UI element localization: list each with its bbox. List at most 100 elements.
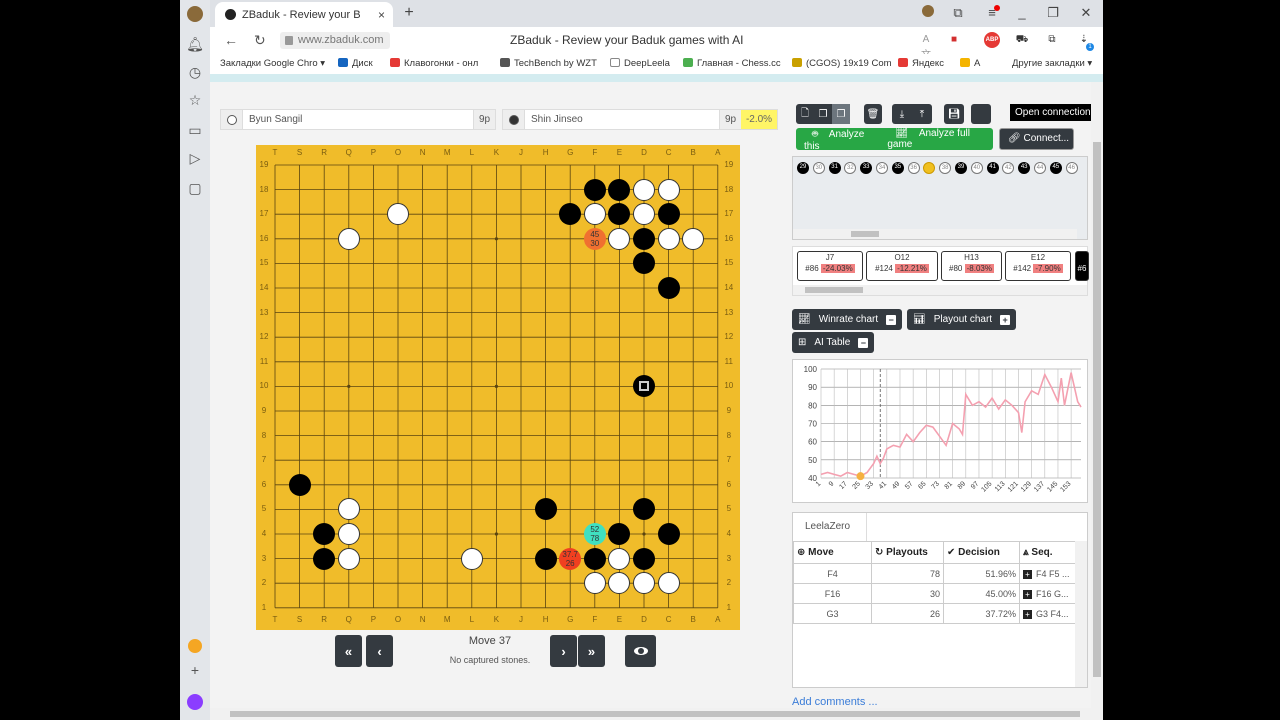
minimize-button[interactable]: _	[1012, 5, 1032, 20]
history-clock-icon[interactable]: ◷	[185, 62, 205, 82]
page-vscrollbar[interactable]	[1091, 82, 1103, 708]
alice-icon[interactable]	[185, 692, 205, 712]
table-row[interactable]: F4 78 51.96% + F4 F5 ...	[793, 563, 1076, 584]
mistakes-hscrollbar[interactable]	[793, 285, 1087, 295]
bookmark-item[interactable]: Закладки Google Chro ▾	[220, 58, 325, 69]
add-comments-link[interactable]: Add comments ...	[792, 696, 878, 708]
bookmark-item[interactable]: Главная - Chess.cc	[683, 58, 781, 69]
playout-chart-toggle[interactable]: 📊︎ Playout chart +	[907, 309, 1017, 330]
bookmark-icon[interactable]: ■	[946, 32, 962, 48]
move-tree-node[interactable]: 37	[923, 162, 936, 174]
mistake-card[interactable]: J7 #86 -24.03%	[797, 251, 863, 281]
collections-icon[interactable]: ▭	[185, 120, 205, 140]
translate-icon[interactable]: A文	[918, 32, 934, 61]
table-row[interactable]: G3 26 37.72% + G3 F4...	[793, 603, 1076, 624]
connect-button[interactable]: 🔗︎ Connect...	[999, 128, 1074, 150]
adblock-icon[interactable]: ABP	[984, 32, 1000, 48]
move-tree-node[interactable]: 31	[828, 162, 841, 174]
move-tree-node[interactable]: 34	[876, 162, 888, 174]
download-icon[interactable]: ⤓	[892, 104, 912, 124]
column-decision[interactable]: ✔ Decision	[943, 541, 1020, 564]
ai-suggestion[interactable]: 37.7 26	[559, 547, 582, 570]
app-icon[interactable]	[185, 636, 205, 656]
move-tree-node[interactable]: 36	[907, 162, 920, 174]
toggle-visibility-button[interactable]	[625, 635, 656, 667]
more-button[interactable]	[971, 104, 991, 124]
move-tree-node[interactable]: 32	[844, 162, 857, 174]
mistake-card[interactable]: E12 #142 -7.90%	[1005, 251, 1071, 281]
analyze-this-button[interactable]: 🤖︎ Analyze this	[796, 127, 879, 152]
go-board[interactable]: T T S S R R Q Q P P O O N N M M L L K K J J H H G G F F E E D D C C B B A A 19…	[256, 145, 740, 630]
column-sequence[interactable]: ⩓ Seq.	[1019, 541, 1076, 564]
move-tree-node[interactable]: 35	[891, 162, 904, 174]
extensions-icon[interactable]: ⧉	[1044, 32, 1060, 48]
copy-icon[interactable]: ❐	[814, 104, 832, 124]
analyze-full-game-button[interactable]: 📈︎ Analyze full game	[879, 128, 993, 150]
page-hscrollbar[interactable]	[210, 708, 1103, 720]
winrate-chart[interactable]: 100 90 80 70 60 50 40 1 9 17 25 33 41 49 57 65 73 81 89 97 1…	[792, 359, 1088, 503]
move-tree-node[interactable]: 30	[812, 162, 825, 174]
bookmark-item[interactable]: Яндекс	[898, 58, 944, 69]
close-window-button[interactable]: ✕	[1076, 5, 1096, 21]
trash-icon[interactable]: 🗑︎	[864, 104, 882, 124]
move-tree-node[interactable]: 33	[860, 162, 873, 174]
winrate-chart-toggle[interactable]: 📈︎ Winrate chart −	[792, 309, 903, 330]
bookmark-item[interactable]: Клавогонки - онл	[390, 58, 478, 69]
move-tree[interactable]: 29 30 31 32 33 34 35 36 37 38 39 40 41 42 43 44 45 46	[792, 156, 1088, 240]
move-tree-node[interactable]: 44	[1034, 162, 1046, 174]
expand-sequence-icon[interactable]: +	[1023, 569, 1032, 579]
ai-table-toggle[interactable]: ⊞ AI Table −	[792, 332, 875, 353]
bookmark-item[interactable]: TechBench by WZT	[500, 58, 597, 69]
move-tree-node[interactable]: 43	[1018, 162, 1031, 174]
last-move-button[interactable]: »	[578, 635, 605, 667]
bookmark-item[interactable]: Диск	[338, 58, 373, 69]
upload-icon[interactable]: ⤒	[912, 104, 932, 124]
move-tree-node[interactable]: 41	[986, 162, 999, 174]
ai-suggestion[interactable]: 52 78	[583, 523, 606, 545]
browser-tab[interactable]: ZBaduk - Review your B ×	[215, 2, 393, 27]
mistake-card[interactable]: H13 #80 -8.03%	[941, 251, 1002, 281]
star-icon[interactable]: ☆	[185, 90, 205, 110]
save-icon[interactable]: 💾︎	[944, 104, 964, 124]
back-arrow-icon[interactable]: ←	[224, 32, 238, 48]
move-tree-node[interactable]: 29	[797, 162, 809, 174]
profile-avatar-icon[interactable]	[185, 4, 205, 24]
collections-icon[interactable]: ⧉	[948, 5, 968, 21]
ai-suggestion[interactable]: 45 30	[583, 227, 606, 250]
close-tab-icon[interactable]: ×	[378, 8, 385, 22]
paste-icon[interactable]: ❐	[832, 104, 850, 124]
bell-icon[interactable]: 🔔︎	[185, 34, 205, 54]
reload-icon[interactable]: ↻	[254, 32, 266, 49]
column-playouts[interactable]: ↻ Playouts	[871, 541, 944, 564]
mistake-card[interactable]: #6	[1075, 251, 1089, 281]
new-file-icon[interactable]: 🗋︎	[796, 104, 814, 124]
play-icon[interactable]: ▷	[185, 148, 205, 168]
move-tree-node[interactable]: 45	[1049, 162, 1062, 174]
move-tree-node[interactable]: 39	[955, 162, 967, 174]
expand-sequence-icon[interactable]: +	[1023, 609, 1032, 619]
next-move-button[interactable]: ›	[550, 635, 577, 667]
profile-icon[interactable]	[918, 5, 938, 20]
tab-leelazero[interactable]: LeelaZero	[793, 513, 867, 541]
move-tree-node[interactable]: 46	[1065, 162, 1078, 174]
move-tree-hscrollbar[interactable]	[793, 229, 1077, 239]
expand-sequence-icon[interactable]: +	[1023, 589, 1032, 599]
bookmark-item[interactable]: DeepLeela	[610, 58, 670, 69]
vpn-icon[interactable]: ⛟	[1014, 32, 1030, 48]
download-icon[interactable]: ⇣ 1	[1076, 32, 1094, 51]
tabs-count-icon[interactable]: ▢	[185, 178, 205, 198]
menu-icon[interactable]: ≡	[982, 5, 1002, 20]
new-tab-button[interactable]: +	[400, 4, 418, 22]
bookmark-item[interactable]: A	[960, 58, 980, 69]
table-row[interactable]: F16 30 45.00% + F16 G...	[793, 583, 1076, 604]
column-move[interactable]: ⊕ Move	[793, 541, 872, 564]
first-move-button[interactable]: «	[335, 635, 362, 667]
url-field[interactable]: www.zbaduk.com	[280, 32, 390, 49]
mistake-card[interactable]: O12 #124 -12.21%	[866, 251, 938, 281]
move-tree-node[interactable]: 38	[939, 162, 952, 174]
ai-table-vscrollbar[interactable]	[1075, 541, 1087, 687]
bookmark-item[interactable]: (CGOS) 19x19 Com	[792, 58, 892, 69]
white-player-name[interactable]: Byun Sangil	[243, 110, 473, 129]
restore-button[interactable]: ❐	[1043, 5, 1063, 21]
move-tree-node[interactable]: 40	[970, 162, 983, 174]
